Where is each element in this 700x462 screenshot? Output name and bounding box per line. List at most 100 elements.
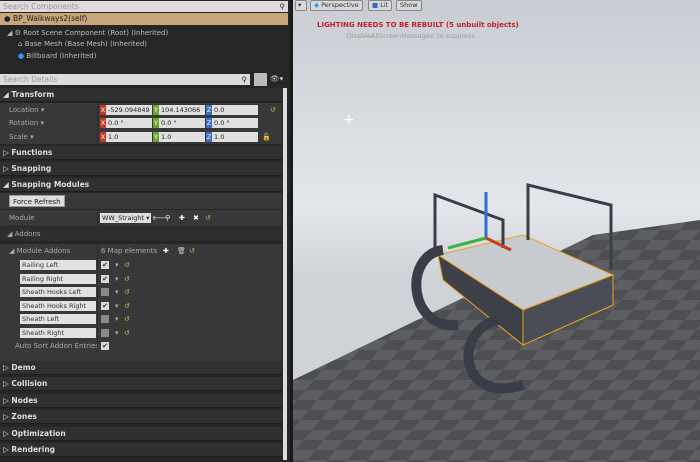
scale-y[interactable]: Y 1.0 (153, 132, 205, 142)
label: Module (9, 214, 35, 222)
category-item[interactable]: ▷ Demo (0, 361, 282, 375)
category-snapping-modules[interactable]: ◢ Snapping Modules (0, 178, 282, 192)
addon-checkbox[interactable]: ✔ (101, 301, 109, 310)
addon-name[interactable]: Railing Right (20, 273, 96, 284)
reset-icon[interactable]: ↺ (124, 258, 130, 272)
viewport[interactable]: + ▾ ◆ Perspective ■ Lit Show LIGHTING NE… (293, 0, 700, 462)
location-z[interactable]: Z 0.0 (206, 105, 258, 115)
tree-item-billboard[interactable]: ● Billboard (Inherited) (18, 52, 96, 60)
addon-name[interactable]: Sheath Right (20, 327, 96, 338)
label: Module Addons (16, 247, 71, 255)
reset-icon[interactable]: ↺ (124, 285, 130, 299)
perspective-button[interactable]: ◆ Perspective (310, 0, 363, 11)
chevron-down-icon[interactable]: ▾ (115, 299, 119, 313)
search-details-input[interactable]: Search Details ⚲ (0, 74, 250, 85)
crosshair-icon: + (343, 112, 355, 128)
chevron-down-icon[interactable]: ▾ (115, 312, 119, 326)
auto-sort-row: Auto Sort Addon Entries ✔ (0, 339, 282, 353)
force-refresh-button[interactable]: Force Refresh (9, 195, 65, 207)
category-item[interactable]: ▷ Nodes (0, 393, 282, 408)
add-icon[interactable]: ✚ (179, 210, 185, 226)
category-item[interactable]: ▷ Collision (0, 377, 282, 392)
rotation-x[interactable]: X 0.0 ° (100, 118, 152, 128)
grid-view-icon[interactable] (254, 73, 267, 86)
addon-item: Railing Right ✔ ▾ ↺ (0, 271, 282, 286)
addon-item: Railing Left ✔ ▾ ↺ (0, 258, 282, 272)
browse-icon[interactable]: ⚲ (165, 210, 170, 226)
tree-item-root[interactable]: ◢ ⚙ Root Scene Component (Root) (Inherit… (7, 29, 168, 37)
reset-icon[interactable]: ↺ (189, 244, 195, 258)
addon-name[interactable]: Sheath Hooks Left (20, 287, 96, 297)
reset-icon[interactable]: ↺ (124, 299, 130, 313)
addon-name[interactable]: Railing Left (20, 260, 96, 270)
location-x[interactable]: X -529.094849 (100, 105, 152, 115)
scale-row: Scale ▾ X 1.0 Y 1.0 Z 1.0 🔓 (0, 130, 282, 144)
search-icon[interactable]: ⚲ (280, 1, 286, 12)
category-transform[interactable]: ◢ Transform (0, 88, 282, 102)
value[interactable]: 0.0 (212, 105, 258, 115)
search-icon[interactable]: ⚲ (242, 74, 248, 85)
category-addons[interactable]: ◢ Addons (0, 227, 282, 241)
module-dropdown[interactable]: WW_Straight ▾ (100, 213, 152, 223)
scale-z[interactable]: Z 1.0 (206, 132, 258, 142)
module-addons-row: ◢ Module Addons 6 Map elements ✚ 🗑 ↺ (0, 244, 282, 258)
location-y[interactable]: Y 104.143066 (153, 105, 205, 115)
category-item[interactable]: ▷ Zones (0, 410, 282, 425)
scrollbar[interactable] (283, 88, 287, 460)
addon-checkbox[interactable] (101, 315, 109, 323)
label: Transform (11, 90, 55, 99)
addon-checkbox[interactable] (101, 288, 109, 296)
value[interactable]: 1.0 (159, 132, 205, 142)
reset-icon[interactable]: ↺ (270, 103, 276, 117)
value[interactable]: 0.0 ° (106, 118, 152, 128)
viewport-options-button[interactable]: ▾ (295, 0, 307, 11)
value[interactable]: 1.0 (212, 132, 258, 142)
addon-checkbox[interactable]: ✔ (101, 274, 109, 283)
search-components-input[interactable]: Search Components ⚲ (0, 1, 288, 12)
lock-icon[interactable]: 🔓 (262, 130, 271, 144)
reset-icon[interactable]: ↺ (124, 312, 130, 326)
value[interactable]: 0.0 ° (159, 118, 205, 128)
chevron-down-icon[interactable]: ▾ (115, 285, 119, 299)
reset-icon[interactable]: ↺ (124, 326, 130, 340)
category-snapping[interactable]: ▷ Snapping (0, 162, 282, 176)
chevron-down-icon[interactable]: ▾ (115, 272, 119, 286)
details-panel: Search Components ⚲ ● BP_Walkways2(self) … (0, 0, 290, 462)
addon-item: Sheath Right ▾ ↺ (0, 325, 282, 340)
location-row: Location ▾ X -529.094849 Y 104.143066 Z 0.0… (0, 103, 282, 117)
category-item[interactable]: ▷ Rendering (0, 443, 282, 457)
perspective-icon: ◆ (314, 1, 319, 9)
billboard-icon: ● (18, 52, 25, 60)
lit-icon: ■ (372, 1, 379, 9)
category-functions[interactable]: ▷ Functions (0, 146, 282, 160)
value[interactable]: 104.143066 (159, 105, 205, 115)
scale-x[interactable]: X 1.0 (100, 132, 152, 142)
reset-icon[interactable]: ↺ (124, 272, 130, 286)
value[interactable]: 0.0 ° (212, 118, 258, 128)
label: Nodes (11, 395, 38, 405)
chevron-down-icon[interactable]: ▾ (115, 326, 119, 340)
component-self-row[interactable]: ● BP_Walkways2(self) (0, 13, 288, 25)
reset-icon[interactable]: ↺ (205, 210, 211, 226)
category-item[interactable]: ▷ Optimization (0, 426, 282, 441)
value[interactable]: 1.0 (106, 132, 152, 142)
trash-icon[interactable]: 🗑 (177, 244, 186, 258)
addon-checkbox[interactable]: ✔ (101, 261, 109, 269)
rotation-z[interactable]: Z 0.0 ° (206, 118, 258, 128)
addon-name[interactable]: Sheath Hooks Right (20, 300, 96, 311)
chevron-down-icon[interactable]: ▾ (115, 258, 119, 272)
suppress-hint: 'DisableAllScreenMessages' to suppress (345, 32, 475, 40)
tree-item-base-mesh[interactable]: ⌂ Base Mesh (Base Mesh) (Inherited) (18, 40, 147, 48)
addon-name[interactable]: Sheath Left (20, 314, 96, 324)
mesh-icon: ⌂ (18, 40, 23, 48)
add-element-icon[interactable]: ✚ (163, 244, 169, 258)
placeholder: Search Details (3, 75, 58, 84)
rotation-y[interactable]: Y 0.0 ° (153, 118, 205, 128)
addon-checkbox[interactable] (101, 328, 109, 337)
auto-sort-checkbox[interactable]: ✔ (101, 342, 109, 350)
show-button[interactable]: Show (396, 0, 422, 11)
lit-button[interactable]: ■ Lit (368, 0, 393, 11)
clear-icon[interactable]: ✖ (193, 210, 199, 226)
eye-icon[interactable]: 👁▾ (270, 74, 283, 83)
value[interactable]: -529.094849 (106, 105, 152, 115)
